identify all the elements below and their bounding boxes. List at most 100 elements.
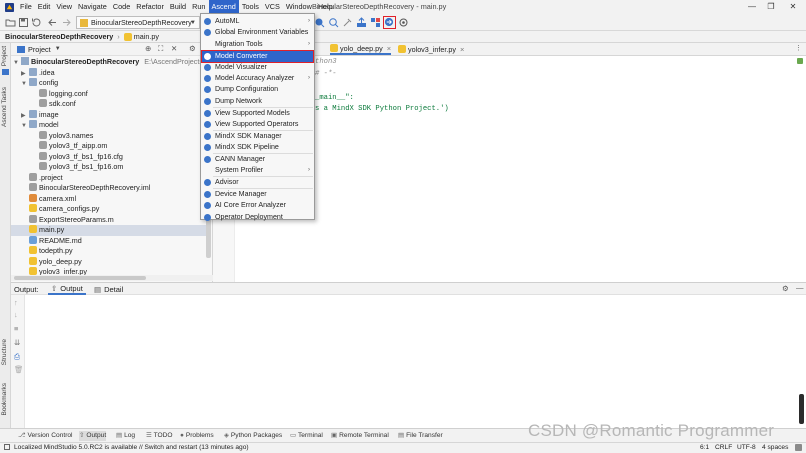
menu-file[interactable]: File (17, 0, 35, 14)
menu-item-model-converter[interactable]: Model Converter (201, 49, 314, 63)
menu-ascend[interactable]: Ascend (208, 0, 239, 14)
toolwindow-version-control[interactable]: ⎇ Version Control (18, 431, 73, 441)
toolwindow-problems[interactable]: ● Problems (180, 431, 214, 441)
tree-item-yolov3-tf-bs1-fp16-cfg[interactable]: yolov3_tf_bs1_fp16.cfg (31, 151, 123, 163)
indent-setting[interactable]: 4 spaces (762, 443, 788, 453)
menu-item-device-manager[interactable]: Device Manager (202, 189, 313, 200)
tree-item-todepth-py[interactable]: todepth.py (21, 246, 73, 257)
deploy-icon[interactable] (370, 17, 381, 28)
status-message[interactable]: Localized MindStudio 5.0.RC2 is availabl… (14, 443, 249, 453)
project-panel-title[interactable]: Project (28, 45, 51, 54)
structure-tool-tab[interactable]: Structure (1, 339, 8, 365)
menu-vcs[interactable]: VCS (262, 0, 283, 14)
toolwindow-python-packages[interactable]: ◈ Python Packages (224, 431, 282, 441)
caret-position[interactable]: 6:1 (700, 443, 709, 453)
tools-icon[interactable] (342, 17, 353, 28)
tree-item-logging-conf[interactable]: logging.conf (31, 88, 88, 100)
lock-icon[interactable] (795, 444, 802, 451)
breadcrumb-file[interactable]: main.py (134, 32, 159, 41)
search-icon[interactable] (328, 17, 339, 28)
output-scrollbar[interactable] (799, 394, 804, 424)
output-content[interactable] (11, 295, 806, 428)
open-folder-icon[interactable] (5, 17, 16, 28)
scroll-end-icon[interactable]: ⇊ (14, 338, 20, 347)
upload-icon[interactable] (356, 17, 367, 28)
menu-navigate[interactable]: Navigate (75, 0, 110, 14)
zoom-in-icon[interactable] (314, 17, 325, 28)
close-button[interactable]: ✕ (782, 0, 804, 14)
tree-item-camera-xml[interactable]: camera.xml (21, 193, 76, 205)
tree-item-yolov3-tf-bs1-fp16-om[interactable]: yolov3_tf_bs1_fp16.om (31, 162, 123, 173)
forward-arrow-icon[interactable] (61, 17, 72, 28)
arrow-up-icon[interactable]: ↑ (14, 298, 18, 307)
bookmarks-tool-tab[interactable]: Bookmarks (1, 383, 8, 416)
refresh-device-icon[interactable] (398, 17, 409, 28)
toolwindow-file-transfer[interactable]: ▤ File Transfer (398, 431, 443, 441)
breadcrumb-project[interactable]: BinocularStereoDepthRecovery (5, 32, 113, 41)
tree-item-image[interactable]: ▶ image (21, 109, 59, 121)
inspection-ok-icon[interactable] (797, 58, 803, 64)
menu-item-migration-tools[interactable]: Migration Tools › (202, 39, 313, 50)
gear-icon[interactable]: ⚙ (782, 284, 789, 293)
menu-view[interactable]: View (53, 0, 75, 14)
run-config-select[interactable]: BinocularStereoDepthRecovery ▼ (76, 16, 200, 29)
menu-item-view-supported-operators[interactable]: View Supported Operators (202, 119, 313, 130)
menu-tools[interactable]: Tools (239, 0, 262, 14)
menu-edit[interactable]: Edit (35, 0, 54, 14)
expand-all-icon[interactable]: ⛶ (158, 44, 163, 54)
menu-build[interactable]: Build (167, 0, 189, 14)
save-icon[interactable] (18, 17, 29, 28)
hide-panel-icon[interactable]: — (796, 283, 804, 292)
menu-item-model-accuracy-analyzer[interactable]: Model Accuracy Analyzer › (202, 73, 313, 84)
menu-run[interactable]: Run (189, 0, 208, 14)
print-icon[interactable]: ⎙ (14, 352, 20, 362)
menu-code[interactable]: Code (110, 0, 133, 14)
toolwindow-terminal[interactable]: ▭ Terminal (290, 431, 323, 441)
project-tool-tab[interactable]: Project (1, 46, 8, 66)
menu-item-mindx-sdk-manager[interactable]: MindX SDK Manager (202, 131, 313, 142)
tree-item-yolov3-tf-aipp-om[interactable]: yolov3_tf_aipp.om (31, 141, 107, 152)
menu-item-view-supported-models[interactable]: View Supported Models (202, 108, 313, 119)
tree-item-model[interactable]: ▼ model (21, 120, 59, 131)
tree-item-sdk-conf[interactable]: sdk.conf (31, 99, 76, 110)
menu-item-cann-manager[interactable]: CANN Manager (202, 154, 313, 165)
tree-item-main-py[interactable]: main.py (11, 225, 206, 236)
locate-file-icon[interactable]: ⊕ (145, 44, 151, 53)
menu-item-ai-core-error-analyzer[interactable]: AI Core Error Analyzer (202, 200, 313, 211)
status-toggle-icon[interactable] (4, 444, 10, 450)
menu-item-operator-deployment[interactable]: Operator Deployment (202, 212, 313, 223)
sync-icon[interactable] (31, 17, 42, 28)
tree-item-idea[interactable]: ▶ .idea (21, 67, 55, 79)
menu-item-global-environment-variables[interactable]: Global Environment Variables (202, 27, 313, 38)
menu-item-advisor[interactable]: Advisor (202, 177, 313, 188)
menu-item-model-visualizer[interactable]: Model Visualizer (202, 62, 313, 73)
chevron-down-icon[interactable]: ▼ (21, 121, 29, 132)
tree-item-config[interactable]: ▼ config (21, 78, 58, 89)
tree-item-camera-configs-py[interactable]: camera_configs.py (21, 204, 99, 215)
tree-item-yolov3-names[interactable]: yolov3.names (31, 130, 93, 142)
gear-icon[interactable]: ⚙ (189, 44, 196, 53)
tab-output[interactable]: ⇧ Output (48, 283, 86, 295)
menu-item-automl[interactable]: AutoML › (202, 16, 313, 27)
more-tabs-icon[interactable]: ⋮ (795, 44, 802, 52)
back-arrow-icon[interactable] (47, 17, 58, 28)
tab-detail[interactable]: ▤ Detail (91, 283, 126, 295)
line-separator[interactable]: CRLF (715, 443, 732, 453)
horizontal-scrollbar[interactable] (11, 275, 213, 281)
tab-yolov3-infer[interactable]: yolov3_infer.py × (398, 43, 464, 55)
arrow-down-icon[interactable]: ↓ (14, 310, 18, 319)
maximize-button[interactable]: ❐ (760, 0, 782, 14)
menu-item-dump-configuration[interactable]: Dump Configuration (202, 84, 313, 95)
soft-wrap-icon[interactable]: ≡ (14, 324, 18, 333)
close-tab-icon[interactable]: × (387, 44, 391, 53)
tree-root[interactable]: ▼ BinocularStereoDepthRecovery E:\AscendP… (13, 57, 211, 68)
trash-icon[interactable]: 🗑 (14, 365, 24, 374)
toolwindow-log[interactable]: ▤ Log (116, 431, 135, 441)
tree-item-binocularstereodepthrecovery-iml[interactable]: BinocularStereoDepthRecovery.iml (21, 183, 150, 194)
menu-item-dump-network[interactable]: Dump Network (202, 96, 313, 107)
menu-item-mindx-sdk-pipeline[interactable]: MindX SDK Pipeline (202, 142, 313, 153)
close-tab-icon[interactable]: × (460, 45, 464, 54)
toolwindow-remote-terminal[interactable]: ▣ Remote Terminal (331, 431, 389, 441)
menu-refactor[interactable]: Refactor (133, 0, 167, 14)
tree-item-project[interactable]: .project (21, 172, 63, 184)
